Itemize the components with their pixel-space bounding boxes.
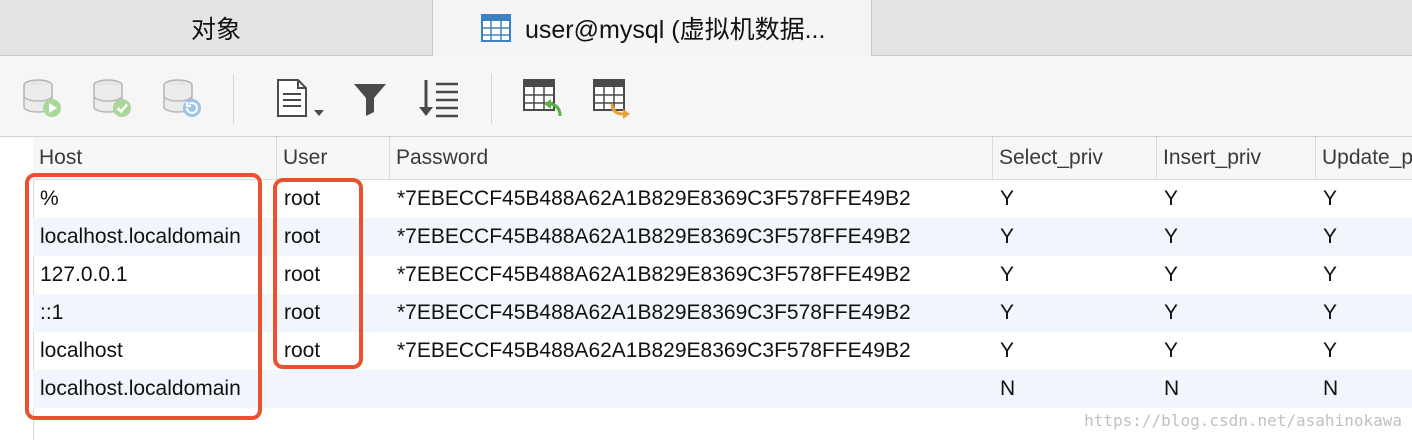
toolbar-separator [233, 74, 234, 124]
cell-update-priv[interactable]: Y [1316, 294, 1412, 332]
cell-select-priv[interactable]: N [993, 370, 1157, 408]
cell-password[interactable] [390, 370, 992, 408]
cell-insert-priv[interactable]: Y [1157, 294, 1315, 332]
cell-update-priv[interactable]: N [1316, 370, 1412, 408]
tab-objects[interactable]: 对象 [0, 0, 432, 55]
cell-insert-priv[interactable]: Y [1157, 256, 1315, 294]
column-header-select-priv[interactable]: Select_priv [993, 137, 1157, 179]
cell-update-priv[interactable]: Y [1316, 332, 1412, 370]
cell-password[interactable]: *7EBECCF45B488A62A1B829E8369C3F578FFE49B… [390, 218, 992, 256]
sort-icon[interactable] [416, 76, 460, 120]
cell-insert-priv[interactable]: Y [1157, 180, 1315, 218]
funnel-icon[interactable] [348, 76, 392, 120]
highlight-box-user [273, 178, 363, 369]
tab-bar: 对象 user@mysql (虚拟机数据... [0, 0, 1412, 56]
column-header-insert-priv[interactable]: Insert_priv [1157, 137, 1316, 179]
cell-user[interactable] [277, 370, 390, 408]
cell-update-priv[interactable]: Y [1316, 256, 1412, 294]
highlight-box-host [25, 173, 262, 420]
cell-insert-priv[interactable]: N [1157, 370, 1315, 408]
column-header-password[interactable]: Password [390, 137, 993, 179]
tab-user-table[interactable]: user@mysql (虚拟机数据... [432, 0, 872, 56]
cell-select-priv[interactable]: Y [993, 180, 1157, 218]
table-icon [481, 14, 511, 42]
toolbar-separator [491, 74, 492, 124]
cell-insert-priv[interactable]: Y [1157, 218, 1315, 256]
column-header-user[interactable]: User [277, 137, 390, 179]
document-dropdown-icon[interactable] [272, 76, 330, 120]
table-import-icon[interactable] [522, 76, 566, 120]
cell-select-priv[interactable]: Y [993, 294, 1157, 332]
database-play-icon[interactable] [20, 76, 64, 120]
tab-user-label: user@mysql (虚拟机数据... [525, 16, 826, 44]
cell-select-priv[interactable]: Y [993, 218, 1157, 256]
cell-password[interactable]: *7EBECCF45B488A62A1B829E8369C3F578FFE49B… [390, 332, 992, 370]
cell-update-priv[interactable]: Y [1316, 180, 1412, 218]
cell-select-priv[interactable]: Y [993, 332, 1157, 370]
cell-update-priv[interactable]: Y [1316, 218, 1412, 256]
tab-objects-label: 对象 [190, 15, 241, 44]
database-refresh-icon[interactable] [160, 76, 204, 120]
cell-select-priv[interactable]: Y [993, 256, 1157, 294]
cell-insert-priv[interactable]: Y [1157, 332, 1315, 370]
cell-password[interactable]: *7EBECCF45B488A62A1B829E8369C3F578FFE49B… [390, 180, 992, 218]
database-check-icon[interactable] [90, 76, 134, 120]
toolbar [0, 56, 1412, 137]
column-header-update-priv[interactable]: Update_p [1316, 137, 1412, 179]
watermark: https://blog.csdn.net/asahinokawa [1084, 411, 1402, 430]
cell-password[interactable]: *7EBECCF45B488A62A1B829E8369C3F578FFE49B… [390, 294, 992, 332]
cell-password[interactable]: *7EBECCF45B488A62A1B829E8369C3F578FFE49B… [390, 256, 992, 294]
table-export-icon[interactable] [592, 76, 636, 120]
